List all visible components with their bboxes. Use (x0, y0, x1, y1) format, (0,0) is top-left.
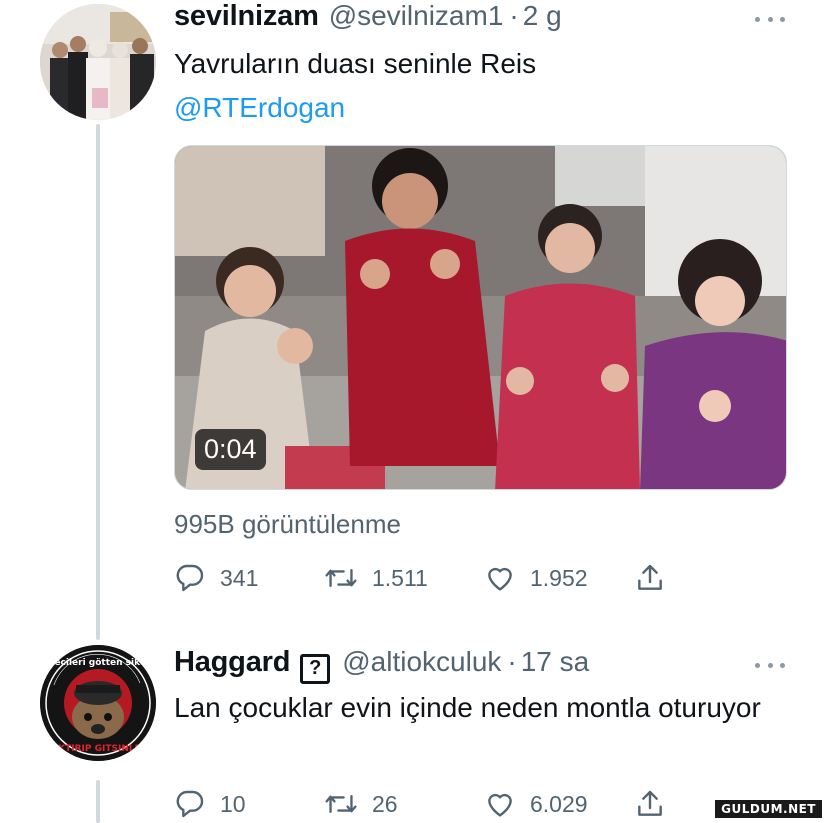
display-name[interactable]: sevilnizam (174, 0, 319, 33)
separator-dot: · (507, 646, 517, 677)
reply-icon (176, 564, 204, 592)
retweet-button[interactable]: 1.511 (324, 562, 484, 594)
video-thumbnail (175, 146, 786, 489)
action-bar: 10 26 6.029 (174, 788, 694, 820)
reply-count: 10 (220, 790, 246, 817)
reply-count: 341 (220, 564, 259, 591)
watermark: GULDUM.NET (714, 799, 823, 819)
tweet-body: Lan çocuklar evin içinde neden montla ot… (174, 692, 761, 723)
tweet-header: Haggard ? @altiokculuk · 17 sa (174, 646, 590, 684)
avatar-text-bottom: SIKTIRIP GITSINLER (48, 744, 147, 754)
like-icon (488, 793, 512, 817)
reply-icon (176, 790, 204, 818)
like-icon (488, 567, 512, 591)
more-icon[interactable] (755, 14, 785, 24)
share-button[interactable] (634, 788, 666, 820)
thread-connector (96, 124, 100, 640)
retweet-count: 1.511 (372, 564, 428, 591)
video-player[interactable]: 0:04 (174, 145, 787, 490)
avatar-text-top: Mültecileri götten sikeyim (40, 658, 156, 668)
like-count: 1.952 (530, 564, 588, 591)
mention-link[interactable]: @RTErdogan (174, 86, 536, 130)
retweet-count: 26 (372, 790, 398, 817)
user-handle[interactable]: @sevilnizam1 (329, 0, 504, 32)
tweet-header: sevilnizam @sevilnizam1 · 2 g (174, 0, 562, 33)
thread-connector (96, 780, 100, 823)
like-button[interactable]: 6.029 (484, 788, 634, 820)
action-bar: 341 1.511 1.952 (174, 562, 694, 594)
avatar[interactable] (40, 4, 156, 120)
separator-dot: · (509, 0, 519, 31)
view-count: 995B görüntülenme (174, 509, 401, 539)
like-count: 6.029 (530, 790, 588, 817)
like-button[interactable]: 1.952 (484, 562, 634, 594)
more-icon[interactable] (755, 660, 785, 670)
share-icon (638, 564, 662, 590)
timestamp[interactable]: 17 sa (521, 646, 590, 678)
retweet-icon (325, 568, 357, 588)
reply-button[interactable]: 341 (174, 562, 324, 594)
retweet-button[interactable]: 26 (324, 788, 484, 820)
share-button[interactable] (634, 562, 666, 594)
timestamp[interactable]: 2 g (523, 0, 562, 32)
avatar[interactable]: Mültecileri götten sikeyim SIKTIRIP GITS… (40, 645, 156, 761)
question-badge-icon: ? (300, 653, 331, 684)
tweet-body: Yavruların duası seninle Reis (174, 48, 537, 79)
retweet-icon (325, 794, 357, 814)
video-duration: 0:04 (195, 429, 266, 470)
user-handle[interactable]: @altiokculuk (342, 646, 501, 678)
tweet-text: Yavruların duası seninle Reis @RTErdogan (174, 42, 536, 130)
share-icon (638, 790, 662, 816)
display-name[interactable]: Haggard (174, 646, 290, 679)
reply-button[interactable]: 10 (174, 788, 324, 820)
